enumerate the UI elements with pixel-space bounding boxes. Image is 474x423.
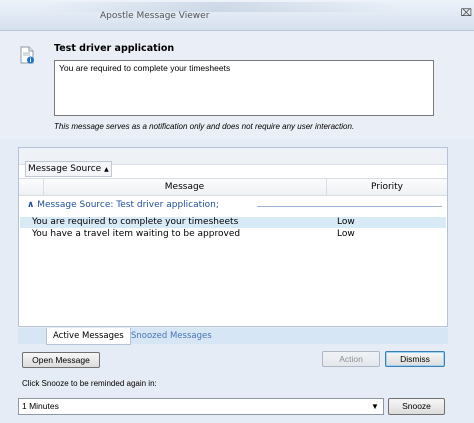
message-text-box[interactable]: You are required to complete your timesh… [54,60,434,116]
open-message-button[interactable]: Open Message [22,352,100,368]
message-info-icon [20,46,34,64]
column-header-row: Message Priority [19,178,447,196]
messages-grid: Message Source ▲ Message Priority ∧ Mess… [18,147,448,327]
snooze-interval-select[interactable]: 1 Minutes ▼ [18,398,384,415]
title-bar: Apostle Message Viewer ⌧ [0,0,474,31]
dropdown-arrow-icon[interactable]: ▼ [369,399,381,414]
tab-snoozed-messages[interactable]: Snoozed Messages [125,328,218,344]
table-row[interactable]: You are required to complete your timesh… [20,217,446,228]
row-message: You are required to complete your timesh… [32,217,239,227]
window-title: Apostle Message Viewer [100,11,210,21]
row-priority: Low [337,229,355,239]
column-header-priority[interactable]: Priority [327,179,447,195]
message-tabs: Active Messages Snoozed Messages [18,328,448,345]
table-row[interactable]: You have a travel item waiting to be app… [20,229,446,240]
group-by-label: Message Source [28,164,102,174]
group-by-message-source[interactable]: Message Source ▲ [25,161,112,177]
action-button[interactable]: Action [322,351,380,367]
close-icon[interactable]: ⌧ [460,8,472,19]
notification-note: This message serves as a notification on… [54,122,355,131]
tab-active-messages[interactable]: Active Messages [46,328,131,345]
column-header-message[interactable]: Message [43,179,327,195]
row-message: You have a travel item waiting to be app… [32,229,241,239]
row-priority: Low [337,217,355,227]
row-indicator-header [19,179,44,195]
message-text: You are required to complete your timesh… [59,63,231,73]
snooze-label: Click Snooze to be reminded again in: [22,379,157,388]
app-name: Test driver application [54,43,175,54]
dismiss-button[interactable]: Dismiss [385,351,445,367]
sort-ascending-icon: ▲ [104,166,109,173]
snooze-interval-value: 1 Minutes [22,401,59,411]
group-row[interactable]: ∧ Message Source: Test driver applicatio… [27,200,442,210]
collapse-icon[interactable]: ∧ [27,200,34,210]
group-divider [257,206,442,207]
group-label: Message Source: Test driver application; [37,200,219,210]
title-bar-glass [40,2,400,12]
snooze-button[interactable]: Snooze [388,398,445,415]
